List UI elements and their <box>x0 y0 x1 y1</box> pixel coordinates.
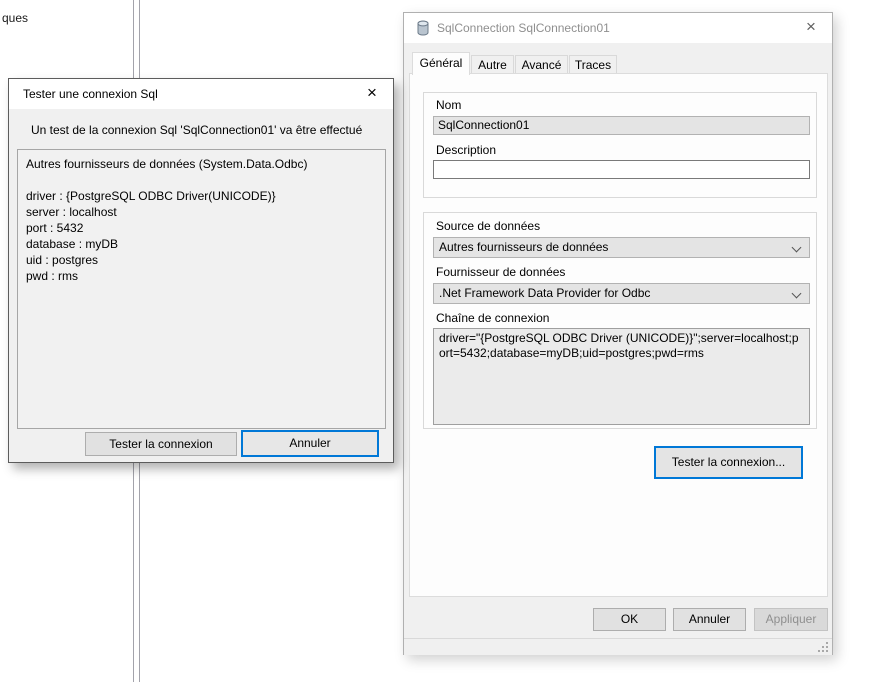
connstring-textarea[interactable]: driver="{PostgreSQL ODBC Driver (UNICODE… <box>433 328 810 425</box>
test-connection-dialog: Tester une connexion Sql × Un test de la… <box>8 78 394 463</box>
ok-button[interactable]: OK <box>593 608 666 631</box>
datasource-dropdown[interactable]: Autres fournisseurs de données <box>433 237 810 258</box>
chevron-down-icon <box>792 289 802 299</box>
tab-autre[interactable]: Autre <box>471 55 514 74</box>
titlebar[interactable]: Tester une connexion Sql × <box>9 79 393 109</box>
dialog-title: SqlConnection SqlConnection01 <box>437 13 610 43</box>
tab-traces[interactable]: Traces <box>569 55 617 74</box>
dialog-title: Tester une connexion Sql <box>23 79 158 109</box>
sqlconnection-properties-dialog: SqlConnection SqlConnection01 × Général … <box>403 12 833 655</box>
apply-button: Appliquer <box>754 608 828 631</box>
background-partial-text: ques <box>2 11 28 25</box>
tab-avance[interactable]: Avancé <box>515 55 568 74</box>
provider-label: Fournisseur de données <box>436 265 565 279</box>
name-label: Nom <box>436 98 461 112</box>
connection-details-box[interactable]: Autres fournisseurs de données (System.D… <box>17 149 386 429</box>
cancel-button[interactable]: Annuler <box>673 608 746 631</box>
resize-grip-icon[interactable] <box>818 642 828 652</box>
test-connection-button[interactable]: Tester la connexion... <box>654 446 803 479</box>
tab-panel-general: Nom SqlConnection01 Description Source d… <box>409 73 828 597</box>
chevron-down-icon <box>792 243 802 253</box>
titlebar[interactable]: SqlConnection SqlConnection01 × <box>404 13 832 43</box>
tab-general[interactable]: Général <box>412 52 470 75</box>
cancel-button[interactable]: Annuler <box>241 430 379 457</box>
provider-dropdown[interactable]: .Net Framework Data Provider for Odbc <box>433 283 810 304</box>
description-field[interactable] <box>433 160 810 179</box>
test-message: Un test de la connexion Sql 'SqlConnecti… <box>31 123 362 137</box>
connection-groupbox: Source de données Autres fournisseurs de… <box>423 212 817 429</box>
datasource-label: Source de données <box>436 219 540 233</box>
database-icon <box>415 20 431 36</box>
provider-value: .Net Framework Data Provider for Odbc <box>439 286 650 300</box>
test-connection-button[interactable]: Tester la connexion <box>85 432 237 456</box>
datasource-value: Autres fournisseurs de données <box>439 240 608 254</box>
description-label: Description <box>436 143 496 157</box>
close-icon[interactable]: × <box>351 79 393 109</box>
close-icon[interactable]: × <box>790 13 832 43</box>
connstring-label: Chaîne de connexion <box>436 311 549 325</box>
name-field[interactable]: SqlConnection01 <box>433 116 810 135</box>
statusbar <box>404 638 832 655</box>
identity-groupbox: Nom SqlConnection01 Description <box>423 92 817 198</box>
